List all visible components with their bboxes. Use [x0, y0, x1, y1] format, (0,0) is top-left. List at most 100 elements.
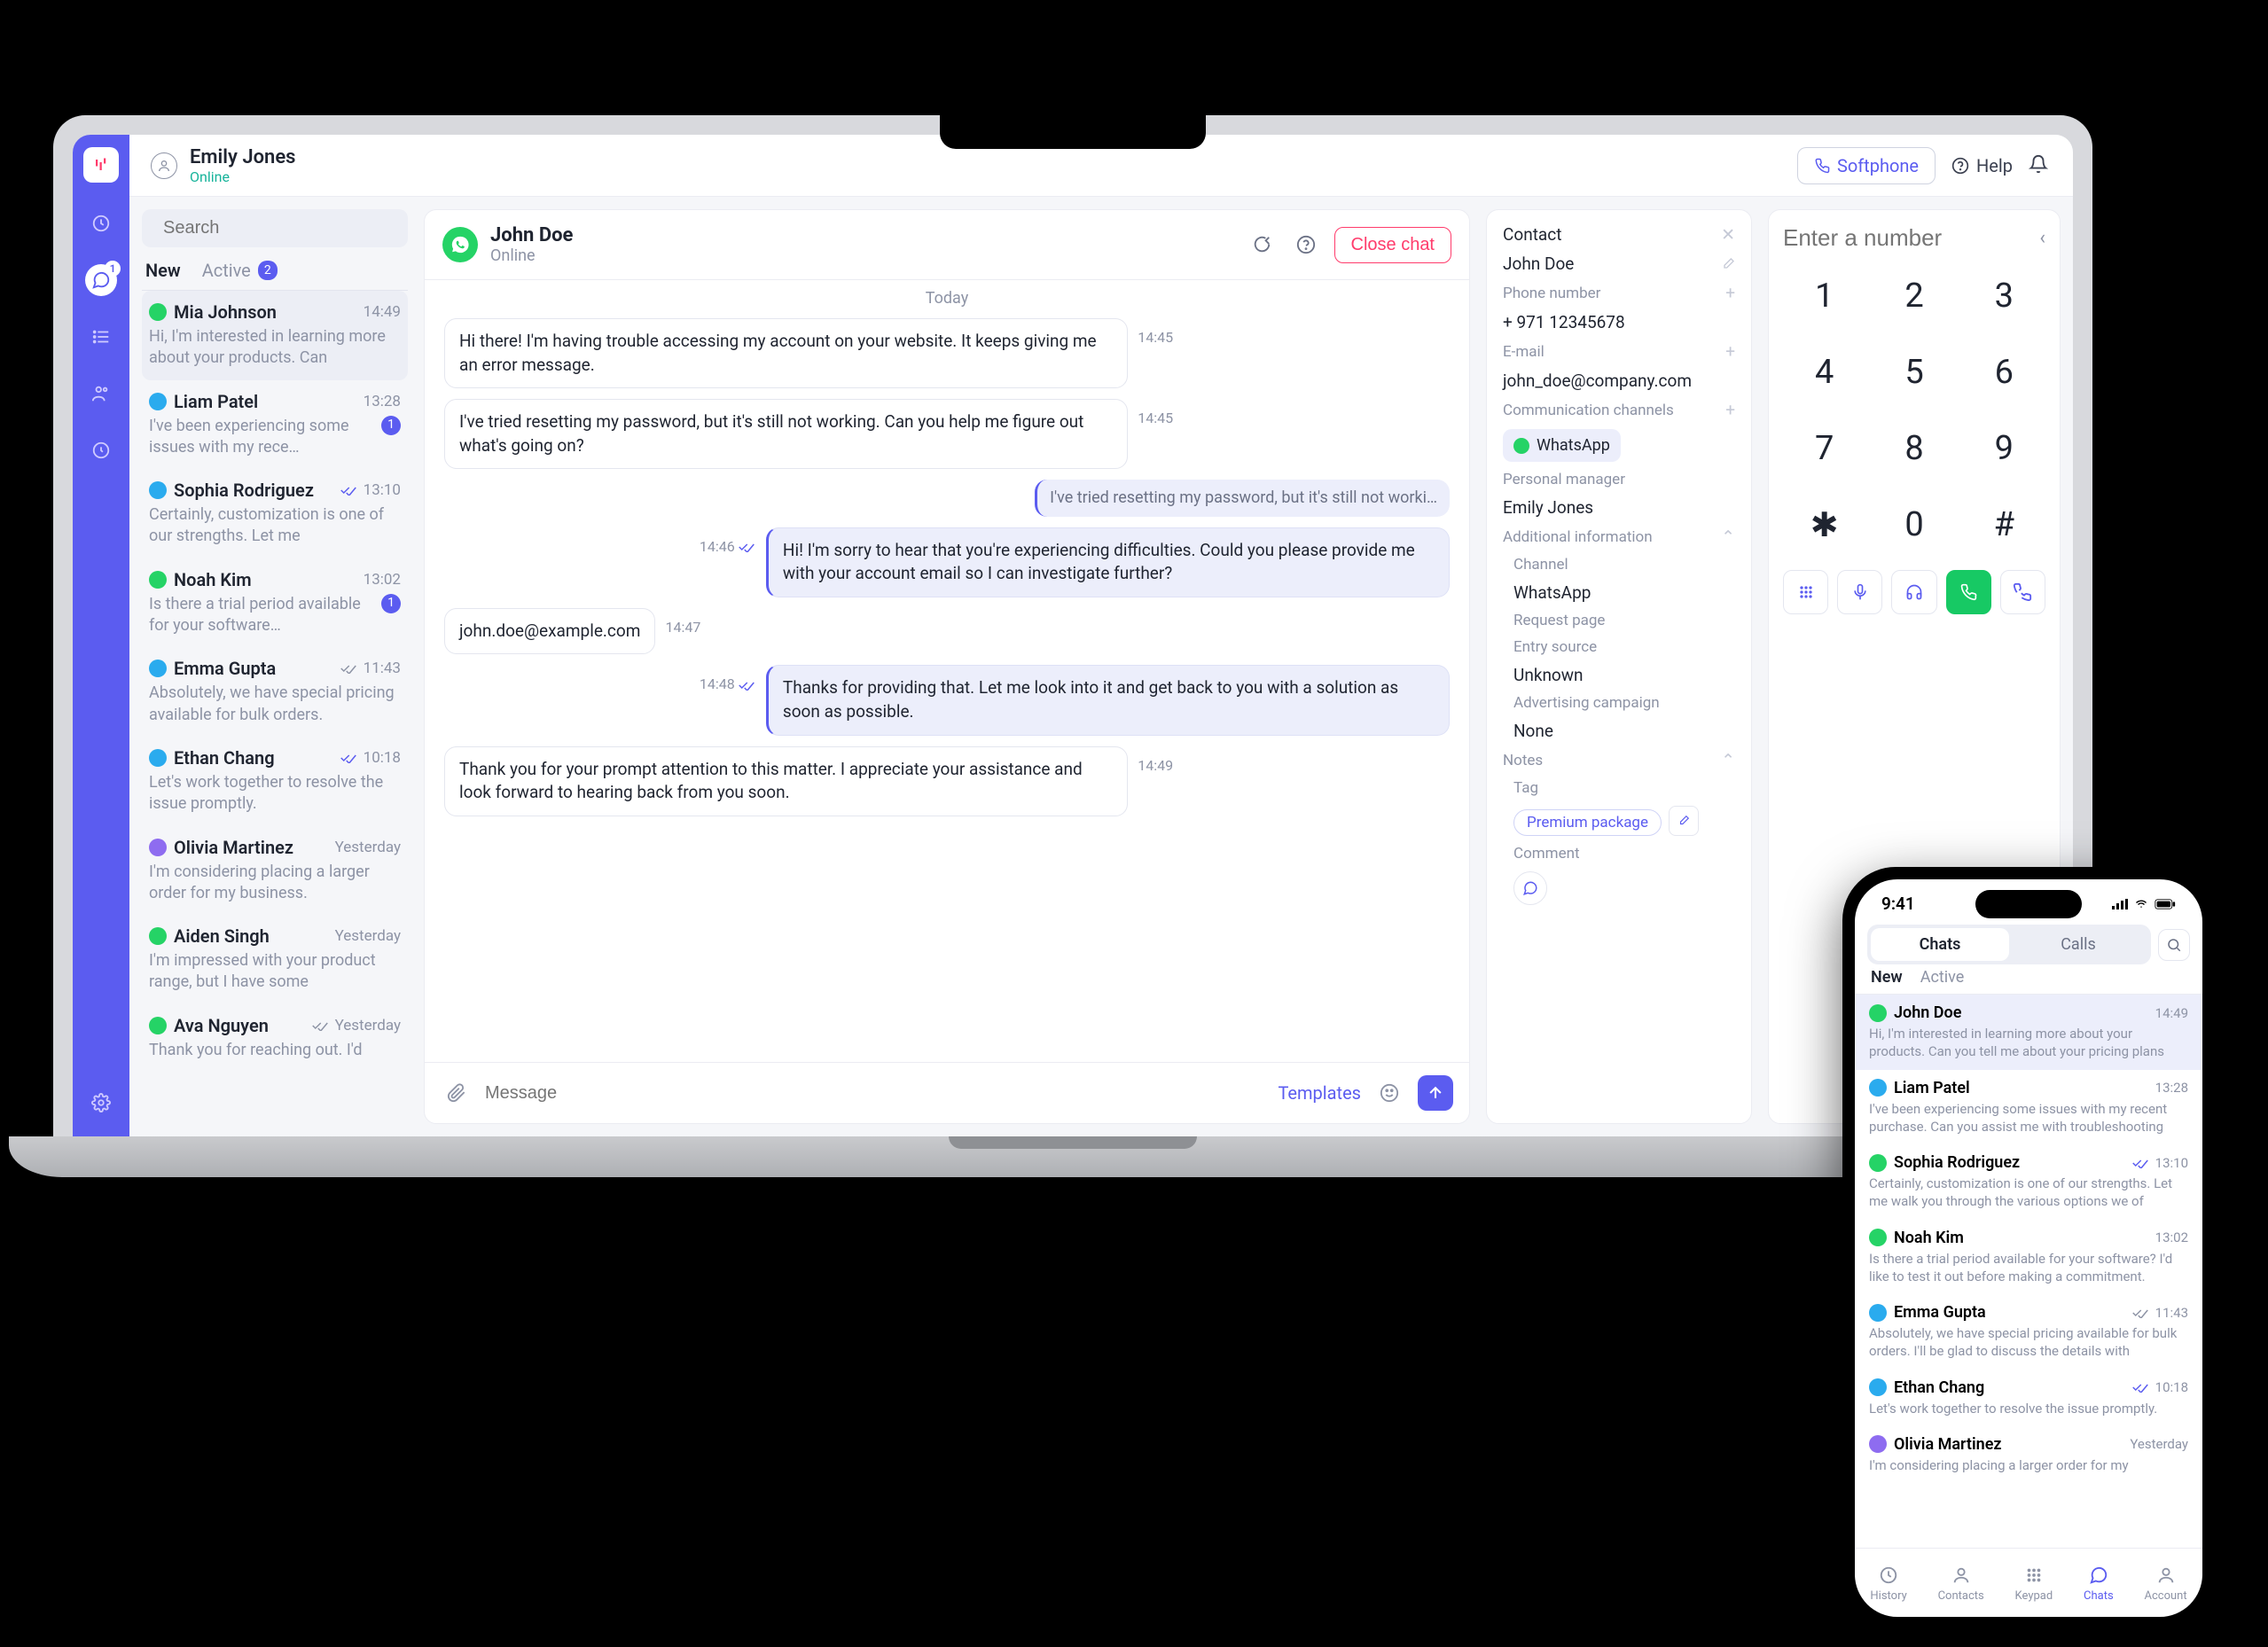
dialer-collapse-icon[interactable]: ‹ — [2039, 227, 2045, 249]
channel-chip[interactable]: WhatsApp — [1503, 429, 1621, 462]
nav-contacts[interactable]: Contacts — [1938, 1564, 1984, 1603]
keypad-key[interactable]: 6 — [1963, 342, 2045, 402]
keypad-key[interactable]: 4 — [1783, 342, 1865, 402]
laptop-bezel: 1 Emily Jones Online — [53, 115, 2092, 1136]
nav-account[interactable]: Account — [2144, 1564, 2186, 1603]
help-button[interactable]: Help — [1951, 155, 2013, 176]
nav-keypad[interactable]: Keypad — [2015, 1564, 2053, 1603]
nav-history[interactable]: History — [1870, 1564, 1906, 1603]
add-comment-icon[interactable] — [1513, 871, 1547, 905]
nav-clock-icon[interactable] — [85, 207, 117, 239]
tag-label: Tag — [1503, 779, 1735, 797]
contact-edit-icon[interactable] — [1721, 257, 1735, 271]
chat-item-preview: I'm impressed with your product range, b… — [149, 950, 401, 994]
chat-item-time: 13:10 — [364, 481, 401, 499]
conv-help-icon[interactable] — [1290, 229, 1322, 261]
phone-item-name: Sophia Rodriguez — [1894, 1153, 2125, 1172]
nav-phone-chats[interactable]: Chats — [2084, 1564, 2114, 1603]
softphone-button[interactable]: Softphone — [1797, 147, 1936, 184]
nav-list-icon[interactable] — [85, 321, 117, 353]
collapse-icon[interactable]: ⌃ — [1721, 527, 1735, 547]
keypad-key[interactable]: 3 — [1963, 266, 2045, 326]
notes-collapse-icon[interactable]: ⌃ — [1721, 750, 1735, 770]
keypad-key[interactable]: # — [1963, 495, 2045, 556]
incoming-message: Thank you for your prompt attention to t… — [444, 746, 1128, 816]
chat-item-name: Olivia Martinez — [174, 837, 328, 858]
phone-chat-item[interactable]: Liam Patel13:28I've been experiencing so… — [1855, 1070, 2202, 1145]
tab-new[interactable]: New — [145, 260, 181, 281]
phone-tab-active[interactable]: Active — [1920, 968, 1965, 987]
keypad-key[interactable]: 9 — [1963, 418, 2045, 479]
dialer-input[interactable] — [1783, 224, 1993, 252]
tag-edit-icon[interactable] — [1669, 806, 1699, 836]
send-button[interactable] — [1418, 1075, 1453, 1111]
search-field[interactable] — [163, 218, 398, 238]
close-chat-button[interactable]: Close chat — [1334, 227, 1452, 263]
dialpad-icon[interactable] — [1783, 570, 1828, 614]
notifications-icon[interactable] — [2029, 154, 2052, 177]
call-button[interactable] — [1946, 570, 1991, 614]
nav-settings-icon[interactable] — [85, 1087, 117, 1119]
chat-item[interactable]: Mia Johnson14:49Hi, I'm interested in le… — [142, 291, 408, 380]
phone-tab-new[interactable]: New — [1871, 968, 1903, 987]
conversation-body: Today Hi there! I'm having trouble acces… — [425, 280, 1469, 1062]
phone-chat-item[interactable]: John Doe14:49Hi, I'm interested in learn… — [1855, 995, 2202, 1070]
tag-chip[interactable]: Premium package — [1513, 809, 1662, 836]
message-input[interactable] — [485, 1083, 1265, 1104]
phone-chat-item[interactable]: Sophia Rodriguez13:10Certainly, customiz… — [1855, 1144, 2202, 1220]
keypad-key[interactable]: 5 — [1873, 342, 1955, 402]
dialer-header: ‹ — [1783, 224, 2045, 252]
chat-item[interactable]: Emma Gupta11:43Absolutely, we have speci… — [142, 647, 408, 737]
app-logo[interactable] — [83, 147, 119, 183]
attach-icon[interactable] — [441, 1077, 473, 1109]
nav-history-icon[interactable] — [85, 434, 117, 466]
chat-item-preview: Absolutely, we have special pricing avai… — [149, 683, 401, 726]
keypad-key[interactable]: 2 — [1873, 266, 1955, 326]
keypad-key[interactable]: 7 — [1783, 418, 1865, 479]
chat-item[interactable]: Ethan Chang10:18Let's work together to r… — [142, 737, 408, 826]
read-check-icon — [340, 485, 356, 496]
current-user[interactable]: Emily Jones Online — [151, 146, 296, 185]
read-check-icon — [340, 663, 356, 674]
read-check-icon — [2132, 1307, 2148, 1318]
email-value: john_doe@company.com — [1503, 371, 1735, 391]
seg-chats[interactable]: Chats — [1871, 928, 2009, 961]
chat-item-time: 10:18 — [364, 749, 401, 767]
phone-chat-item[interactable]: Olivia MartinezYesterdayI'm considering … — [1855, 1426, 2202, 1483]
message-time: 14:48 — [700, 675, 755, 694]
phone-screen: 9:41 Chats Calls New Active John Doe14:4… — [1855, 879, 2202, 1617]
nav-contacts-icon[interactable] — [85, 378, 117, 410]
chat-item[interactable]: Sophia Rodriguez13:10Certainly, customiz… — [142, 469, 408, 558]
chat-item[interactable]: Aiden SinghYesterdayI'm impressed with y… — [142, 915, 408, 1004]
tab-active[interactable]: Active2 — [202, 260, 278, 281]
mic-icon[interactable] — [1837, 570, 1882, 614]
keypad-key[interactable]: 1 — [1783, 266, 1865, 326]
transfer-chat-icon[interactable] — [1246, 229, 1278, 261]
chat-item[interactable]: Liam Patel13:28I've been experiencing so… — [142, 380, 408, 470]
phone-item-preview: I'm considering placing a larger order f… — [1869, 1456, 2188, 1474]
search-input[interactable] — [142, 209, 408, 247]
keypad-key[interactable]: 8 — [1873, 418, 1955, 479]
keypad-key[interactable]: 0 — [1873, 495, 1955, 556]
chat-item[interactable]: Olivia MartinezYesterdayI'm considering … — [142, 826, 408, 916]
outgoing-message: Hi! I'm sorry to hear that you're experi… — [766, 527, 1450, 597]
chat-item[interactable]: Noah Kim13:02Is there a trial period ava… — [142, 558, 408, 648]
nav-chats-icon[interactable]: 1 — [85, 264, 117, 296]
headset-icon[interactable] — [1891, 570, 1936, 614]
templates-button[interactable]: Templates — [1278, 1082, 1361, 1104]
phone-item-name: Olivia Martinez — [1894, 1435, 2123, 1454]
phone-chat-item[interactable]: Ethan Chang10:18Let's work together to r… — [1855, 1370, 2202, 1426]
seg-calls[interactable]: Calls — [2009, 928, 2147, 961]
add-phone-icon[interactable]: + — [1725, 283, 1735, 303]
chat-item[interactable]: Ava NguyenYesterdayThank you for reachin… — [142, 1004, 408, 1072]
phone-search-icon[interactable] — [2158, 929, 2190, 961]
keypad-key[interactable]: ✱ — [1783, 495, 1865, 556]
phone-chat-item[interactable]: Emma Gupta11:43Absolutely, we have speci… — [1855, 1294, 2202, 1370]
emoji-icon[interactable] — [1373, 1077, 1405, 1109]
wa-dot-icon — [1869, 1004, 1887, 1022]
phone-chat-item[interactable]: Noah Kim13:02Is there a trial period ava… — [1855, 1220, 2202, 1295]
add-email-icon[interactable]: + — [1725, 341, 1735, 362]
contact-close-icon[interactable]: ✕ — [1721, 224, 1735, 245]
add-channel-icon[interactable]: + — [1725, 400, 1735, 420]
hangup-icon[interactable] — [2000, 570, 2045, 614]
